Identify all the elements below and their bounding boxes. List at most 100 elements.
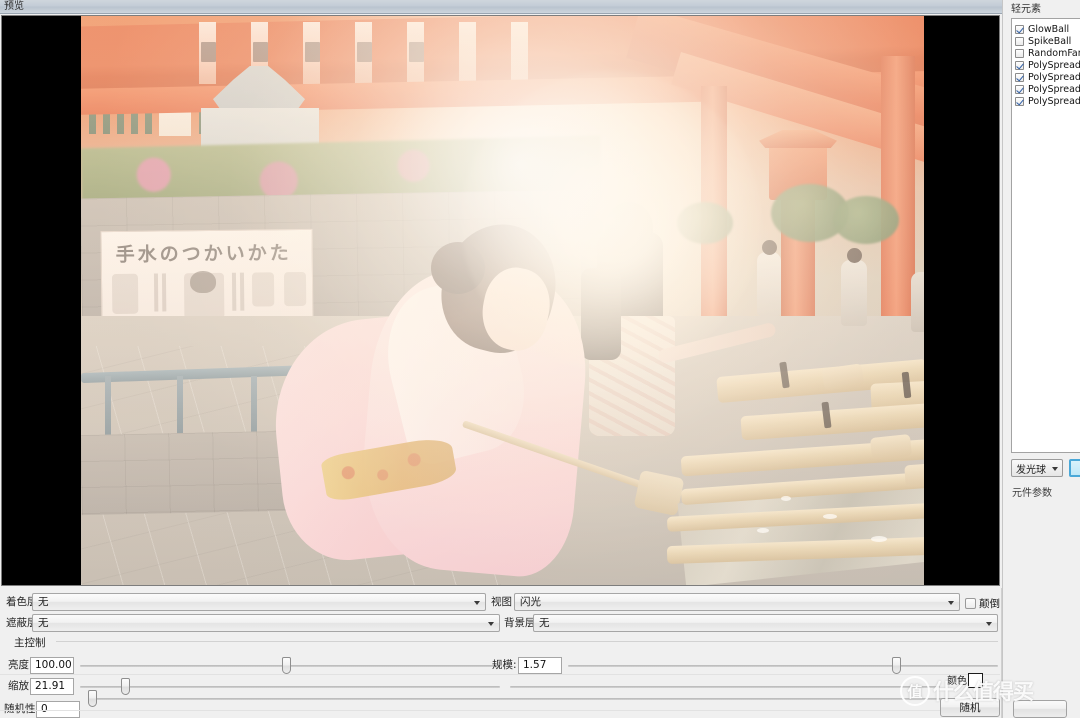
brightness-slider-thumb[interactable] xyxy=(282,657,291,674)
panel-separator xyxy=(1001,588,1002,718)
element-checkbox[interactable] xyxy=(1015,48,1024,58)
list-item[interactable]: SpikeBall xyxy=(1012,35,1080,47)
color-swatch[interactable] xyxy=(968,673,983,688)
element-checkbox[interactable] xyxy=(1015,96,1024,106)
random-button[interactable]: 随机 xyxy=(940,698,1000,717)
list-item[interactable]: PolySpread xyxy=(1012,95,1080,107)
list-item[interactable]: GlowBall xyxy=(1012,23,1080,35)
photo-water-sparkle xyxy=(757,528,769,533)
invert-checkbox-group[interactable]: 颠倒 xyxy=(965,596,1000,611)
signboard-text-column xyxy=(231,272,237,311)
list-item[interactable]: PolySpread xyxy=(1012,59,1080,71)
light-elements-panel-title: 轻元素 xyxy=(1011,4,1041,15)
signboard-text-column xyxy=(161,273,167,312)
chevron-down-icon xyxy=(948,601,954,605)
photo-railing-leg xyxy=(177,376,183,436)
shading-layer-value: 无 xyxy=(38,596,49,608)
scale-input[interactable]: 21.91 xyxy=(30,678,74,695)
magnitude-label: 规模: xyxy=(492,659,517,671)
chevron-down-icon xyxy=(1052,467,1058,471)
list-item[interactable]: PolySpread xyxy=(1012,83,1080,95)
element-label: PolySpread xyxy=(1028,71,1080,83)
scale-label: 缩放: xyxy=(8,680,33,692)
mask-layer-select[interactable]: 无 xyxy=(32,614,500,632)
photo-water-sparkle xyxy=(781,496,791,501)
scale-slider-track-right[interactable] xyxy=(510,686,940,688)
photo-rafter xyxy=(511,22,528,84)
element-checkbox[interactable] xyxy=(1015,84,1024,94)
photo-person-head xyxy=(762,240,777,255)
ok-button[interactable] xyxy=(1013,700,1067,718)
element-type-select[interactable]: 发光球 xyxy=(1011,459,1063,477)
color-label: 颜色: xyxy=(947,676,971,687)
signboard-title: 手水のつかいかた xyxy=(115,242,292,266)
main-control-label: 主控制 xyxy=(14,637,46,649)
randomness-label: 随机性: xyxy=(4,703,40,715)
element-checkbox[interactable] xyxy=(1015,24,1024,34)
brightness-input[interactable]: 100.00 xyxy=(30,657,74,674)
signboard-text-column xyxy=(239,272,245,311)
element-label: RandomFan xyxy=(1028,47,1080,59)
photo-water-sparkle xyxy=(823,514,837,519)
chevron-down-icon xyxy=(986,622,992,626)
element-type-value: 发光球 xyxy=(1016,464,1046,476)
scale-slider-thumb[interactable] xyxy=(121,678,130,695)
title-bar xyxy=(0,0,1080,14)
photo-bamboo-ladle xyxy=(904,462,924,488)
photo-railing-leg xyxy=(105,376,111,436)
application-window: 预览 手水のつかいかた 轻元素 GlowBall SpikeBall Rando… xyxy=(0,0,1080,718)
element-label: SpikeBall xyxy=(1028,35,1072,47)
invert-label: 颠倒 xyxy=(979,598,1000,610)
element-color-swatch[interactable] xyxy=(1069,459,1080,477)
background-layer-label: 背景层 xyxy=(504,617,536,629)
magnitude-slider-thumb[interactable] xyxy=(892,657,901,674)
photo-water-sparkle xyxy=(871,536,887,542)
view-value: 闪光 xyxy=(520,596,541,608)
photo-rafter-shadow xyxy=(305,42,320,62)
view-select[interactable]: 闪光 xyxy=(514,593,960,611)
preview-panel-label: 预览 xyxy=(4,1,24,12)
element-list[interactable]: GlowBall SpikeBall RandomFan PolySpread … xyxy=(1011,18,1080,453)
signboard-figure xyxy=(111,273,139,314)
preview-image: 手水のつかいかた xyxy=(81,16,924,585)
element-checkbox[interactable] xyxy=(1015,36,1024,46)
light-elements-panel: 轻元素 GlowBall SpikeBall RandomFan PolySpr… xyxy=(1002,0,1080,718)
brightness-label: 亮度: xyxy=(8,659,33,671)
background-layer-select[interactable]: 无 xyxy=(533,614,998,632)
signboard-text-column xyxy=(153,273,159,312)
photo-person xyxy=(911,272,924,332)
element-label: PolySpread xyxy=(1028,59,1080,71)
element-checkbox[interactable] xyxy=(1015,72,1024,82)
photo-sun-flare xyxy=(461,71,761,371)
element-label: GlowBall xyxy=(1028,23,1070,35)
element-checkbox[interactable] xyxy=(1015,60,1024,70)
chevron-down-icon xyxy=(474,601,480,605)
component-params-label: 元件参数 xyxy=(1012,488,1052,499)
list-item[interactable]: RandomFan xyxy=(1012,47,1080,59)
invert-checkbox[interactable] xyxy=(965,598,976,609)
photo-person xyxy=(757,252,781,316)
photo-bamboo-ladle xyxy=(869,433,913,461)
view-label: 视图 xyxy=(491,596,512,608)
group-divider xyxy=(56,641,998,642)
list-item[interactable]: PolySpread xyxy=(1012,71,1080,83)
mask-layer-value: 无 xyxy=(38,617,49,629)
photo-person xyxy=(841,260,867,326)
photo-rafter-shadow xyxy=(253,42,268,62)
photo-railing-leg xyxy=(251,376,257,436)
controls-panel: 着色层 无 视图 闪光 颠倒 遮蔽层 无 背景层 无 主控制 亮度: 100.0… xyxy=(0,588,1002,718)
magnitude-input[interactable]: 1.57 xyxy=(518,657,562,674)
photo-rafter xyxy=(459,22,476,84)
element-label: PolySpread xyxy=(1028,83,1080,95)
background-layer-value: 无 xyxy=(539,617,550,629)
preview-viewport[interactable]: 手水のつかいかた xyxy=(1,15,1000,586)
section-divider xyxy=(0,674,1000,675)
photo-rafter-shadow xyxy=(201,42,216,62)
scale-slider-track[interactable] xyxy=(80,686,500,688)
magnitude-slider-track[interactable] xyxy=(568,665,998,667)
chevron-down-icon xyxy=(488,622,494,626)
shading-layer-select[interactable]: 无 xyxy=(32,593,486,611)
randomness-slider-thumb[interactable] xyxy=(88,690,97,707)
photo-rafter-shadow xyxy=(357,42,372,62)
randomness-slider-track[interactable] xyxy=(88,698,948,700)
